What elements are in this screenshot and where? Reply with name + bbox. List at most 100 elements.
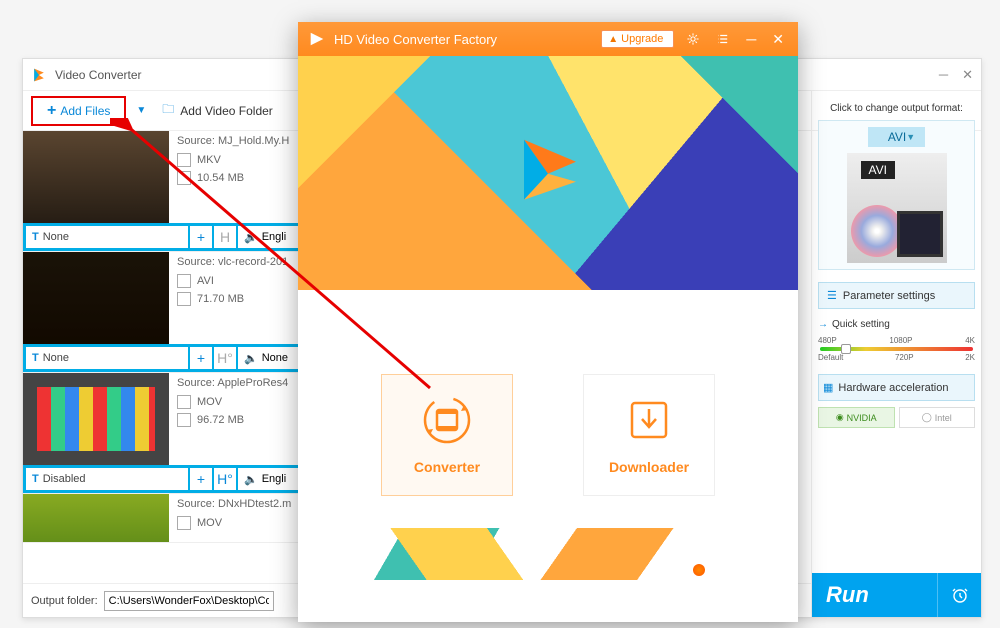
file-size: 96.72 MB [197,414,244,426]
file-source: Source: MJ_Hold.My.H [177,135,295,147]
format-icon [177,153,191,167]
intel-chip[interactable]: ◯Intel [899,407,976,428]
format-icon [177,516,191,530]
file-format: MOV [197,396,222,408]
subtitle-select[interactable]: TNone [26,347,188,369]
format-badge: AVI [861,161,895,179]
sliders-icon: ☰ [827,289,837,302]
add-subtitle-button[interactable]: + [190,468,212,490]
video-thumbnail [23,494,169,542]
hardsub-button[interactable]: H° [214,347,236,369]
subtitle-select[interactable]: TNone [26,226,188,248]
brand-icon [693,564,705,576]
brand-label: WonderFox Soft [693,564,788,576]
format-preview: AVI [847,153,947,263]
hero-banner [298,56,798,290]
run-button[interactable]: Run [812,582,937,608]
arrow-up-icon: ▲ [608,34,618,45]
close-button[interactable]: ✕ [962,67,973,83]
play-logo-icon [508,130,588,210]
quality-slider[interactable]: 480P1080P4K Default720P2K [818,336,975,362]
video-thumbnail [23,131,169,223]
output-panel: Click to change output format: AVI ▼ AVI… [811,91,981,617]
format-icon [177,274,191,288]
slider-knob[interactable] [841,344,851,354]
list-icon [716,32,730,46]
downloader-tile[interactable]: Downloader [583,374,715,496]
nvidia-icon: ◉ [836,412,844,423]
hardsub-button[interactable]: H [214,226,236,248]
alarm-icon [950,585,970,605]
add-subtitle-button[interactable]: + [190,347,212,369]
converter-icon [420,395,474,445]
output-path-input[interactable] [104,591,274,611]
size-icon [177,171,191,185]
output-label: Output folder: [31,595,98,607]
film-icon [897,211,943,257]
factory-window: HD Video Converter Factory ▲Upgrade ─ ✕ … [298,22,798,622]
hardware-accel-button[interactable]: ▦ Hardware acceleration [818,374,975,401]
folder-icon: 🗀 [162,100,174,121]
file-format: MKV [197,154,221,166]
audio-select[interactable]: 🔈Engli [238,226,300,248]
file-size: 71.70 MB [197,293,244,305]
speaker-icon: 🔈 [244,473,258,486]
audio-select[interactable]: 🔈None [238,347,300,369]
converter-tile[interactable]: Converter [381,374,513,496]
factory-titlebar: HD Video Converter Factory ▲Upgrade ─ ✕ [298,22,798,56]
file-size: 10.54 MB [197,172,244,184]
download-icon [622,395,676,445]
file-source: Source: DNxHDtest2.m [177,498,295,510]
converter-tile-label: Converter [414,459,480,475]
list-item[interactable]: Source: vlc-record-201 AVI 71.70 MB TNon… [23,252,303,373]
parameter-settings-button[interactable]: ☰ Parameter settings [818,282,975,309]
video-thumbnail [23,252,169,344]
factory-title: HD Video Converter Factory [334,32,593,47]
quick-setting-label: → Quick setting [818,319,975,330]
hardsub-button[interactable]: H° [214,468,236,490]
minimize-button[interactable]: ─ [742,31,760,47]
chevron-down-icon: ▼ [906,132,915,142]
settings-button[interactable] [682,32,704,46]
arrow-right-icon: → [818,319,828,330]
audio-select[interactable]: 🔈Engli [238,468,300,490]
add-files-label: Add Files [60,104,110,118]
plus-icon: + [47,102,56,120]
speaker-icon: 🔈 [244,231,258,244]
file-source: Source: AppleProRes4 [177,377,295,389]
list-item[interactable]: Source: DNxHDtest2.m MOV [23,494,303,543]
add-files-button[interactable]: + Add Files [31,96,126,126]
add-files-dropdown[interactable]: ▼ [132,105,150,116]
file-format: AVI [197,275,214,287]
add-subtitle-button[interactable]: + [190,226,212,248]
size-icon [177,413,191,427]
format-icon [177,395,191,409]
minimize-button[interactable]: ─ [939,67,948,83]
intel-icon: ◯ [922,412,932,423]
format-name: AVI [888,130,906,144]
file-format: MOV [197,517,222,529]
gear-icon [686,32,700,46]
video-thumbnail [23,373,169,465]
add-folder-label: Add Video Folder [180,104,273,118]
list-item[interactable]: Source: AppleProRes4 MOV 96.72 MB TDisab… [23,373,303,494]
speaker-icon: 🔈 [244,352,258,365]
file-source: Source: vlc-record-201 [177,256,295,268]
downloader-tile-label: Downloader [609,459,689,475]
change-format-label: Click to change output format: [818,103,975,114]
close-button[interactable]: ✕ [768,31,788,48]
format-selector[interactable]: AVI ▼ AVI [818,120,975,270]
list-button[interactable] [712,32,734,46]
size-icon [177,292,191,306]
upgrade-button[interactable]: ▲Upgrade [601,30,674,48]
app-logo-icon [31,67,47,83]
nvidia-chip[interactable]: ◉NVIDIA [818,407,895,428]
list-item[interactable]: Source: MJ_Hold.My.H MKV 10.54 MB TNone … [23,131,303,252]
app-logo-icon [308,30,326,48]
disc-icon [851,205,903,257]
subtitle-select[interactable]: TDisabled [26,468,188,490]
chip-icon: ▦ [823,381,833,394]
add-folder-button[interactable]: 🗀 Add Video Folder [156,98,279,123]
file-list: Source: MJ_Hold.My.H MKV 10.54 MB TNone … [23,131,303,581]
schedule-button[interactable] [937,573,981,617]
